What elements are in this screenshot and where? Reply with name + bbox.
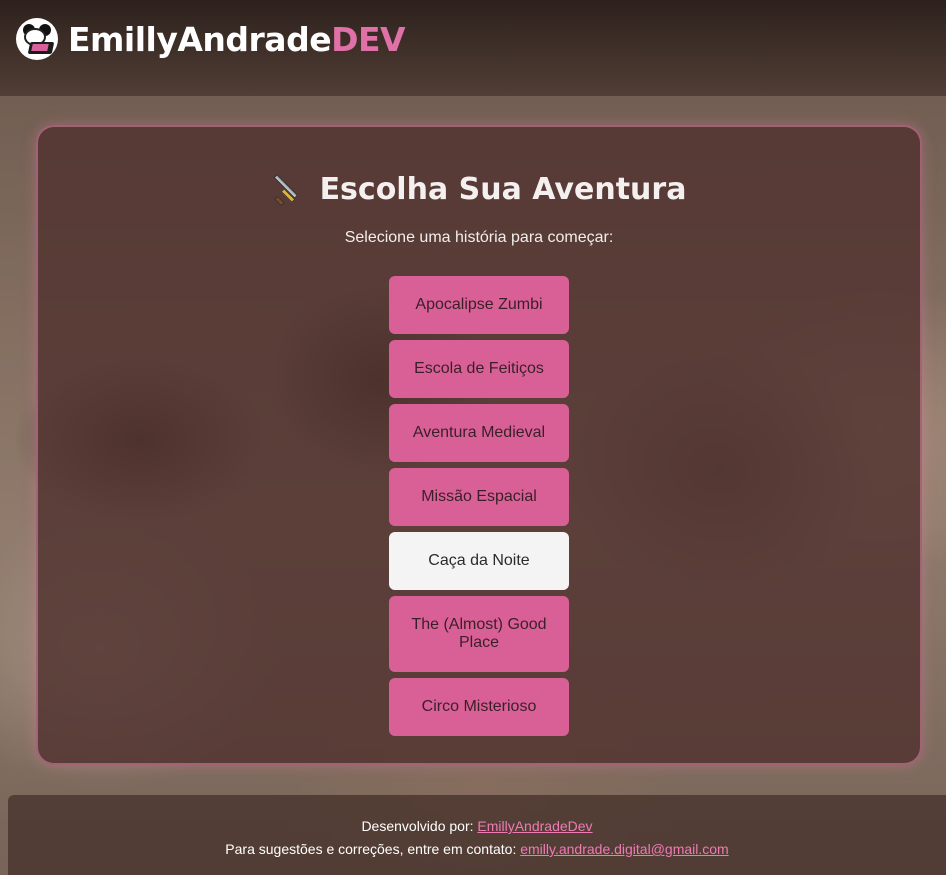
contact-email-link[interactable]: emilly.andrade.digital@gmail.com	[520, 841, 728, 857]
story-button-escola-de-feiticos[interactable]: Escola de Feitiços	[389, 340, 569, 398]
story-button-apocalipse-zumbi[interactable]: Apocalipse Zumbi	[389, 276, 569, 334]
story-button-aventura-medieval[interactable]: Aventura Medieval	[389, 404, 569, 462]
subtitle: Selecione uma história para começar:	[344, 229, 614, 246]
title-text: Escolha Sua Aventura	[319, 171, 687, 207]
page-title: Escolha Sua Aventura	[38, 171, 920, 207]
site-header: EmillyAndradeDEV	[0, 0, 946, 96]
developed-by-label: Desenvolvido por:	[361, 818, 474, 834]
story-list: Apocalipse Zumbi Escola de Feitiços Aven…	[38, 276, 920, 736]
panda-laptop-icon[interactable]	[16, 18, 58, 60]
developer-credit: Desenvolvido por: EmillyAndradeDev	[8, 815, 946, 838]
brand-logo-text[interactable]: EmillyAndradeDEV	[68, 20, 406, 60]
sword-icon	[272, 171, 308, 207]
brand-name: EmillyAndrade	[68, 20, 332, 59]
contact-line: Para sugestões e correções, entre em con…	[8, 838, 946, 861]
story-button-circo-misterioso[interactable]: Circo Misterioso	[389, 678, 569, 736]
story-button-almost-good-place[interactable]: The (Almost) Good Place	[389, 596, 569, 672]
story-button-caca-da-noite[interactable]: Caça da Noite	[389, 532, 569, 590]
contact-label: Para sugestões e correções, entre em con…	[225, 841, 517, 857]
brand-accent: DEV	[331, 20, 406, 59]
site-footer: Desenvolvido por: EmillyAndradeDev Para …	[8, 795, 946, 875]
story-button-missao-espacial[interactable]: Missão Espacial	[389, 468, 569, 526]
adventure-card: Escolha Sua Aventura Selecione uma histó…	[36, 125, 922, 765]
developer-link[interactable]: EmillyAndradeDev	[477, 818, 592, 834]
